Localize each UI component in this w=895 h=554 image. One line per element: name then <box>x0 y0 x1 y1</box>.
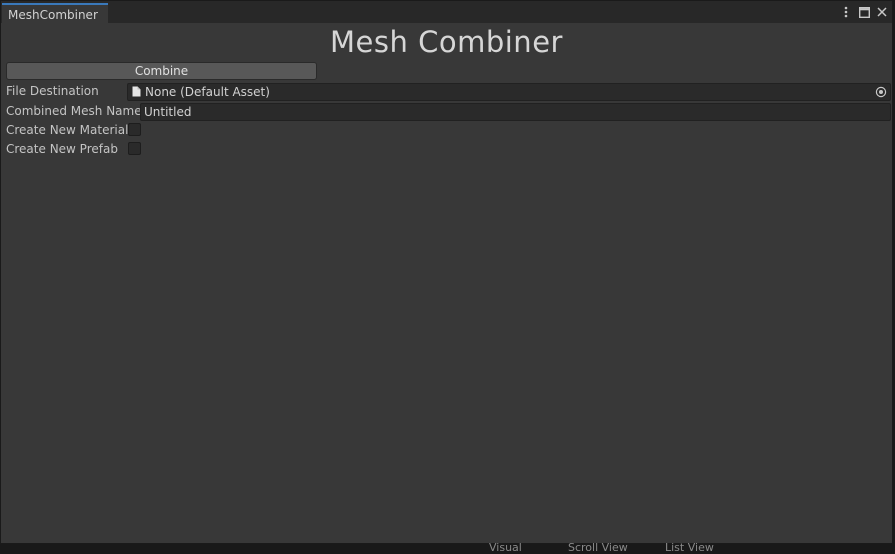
maximize-icon[interactable] <box>858 5 870 19</box>
close-icon[interactable] <box>876 5 888 19</box>
more-options-icon[interactable] <box>840 5 852 19</box>
combined-mesh-name-input[interactable]: Untitled <box>140 103 891 121</box>
file-destination-row: File Destination None (Default Asset) <box>6 83 891 101</box>
window-controls <box>840 4 888 20</box>
combined-mesh-name-row: Combined Mesh Name Untitled <box>6 103 891 121</box>
create-new-prefab-label: Create New Prefab <box>6 142 118 156</box>
window-content: Mesh Combiner Combine File Destination N… <box>1 23 892 543</box>
create-new-material-checkbox[interactable] <box>128 123 141 136</box>
create-new-prefab-row: Create New Prefab <box>6 141 206 159</box>
file-destination-field[interactable]: None (Default Asset) <box>127 83 891 101</box>
combined-mesh-name-label: Combined Mesh Name <box>6 104 142 118</box>
tab-meshcombiner[interactable]: MeshCombiner <box>2 3 108 23</box>
tab-label: MeshCombiner <box>8 8 98 22</box>
create-new-material-row: Create New Material <box>6 122 206 140</box>
page-title: Mesh Combiner <box>330 25 563 59</box>
combine-button[interactable]: Combine <box>6 62 317 80</box>
tab-bar: MeshCombiner <box>1 1 892 24</box>
editor-window: MeshCombiner Mesh Combiner Combine File … <box>0 0 893 544</box>
create-new-prefab-checkbox[interactable] <box>128 142 141 155</box>
file-destination-value: None (Default Asset) <box>145 85 270 99</box>
file-icon <box>132 86 141 100</box>
object-picker-icon[interactable] <box>875 86 887 101</box>
create-new-material-label: Create New Material <box>6 123 129 137</box>
file-destination-label: File Destination <box>6 84 99 98</box>
